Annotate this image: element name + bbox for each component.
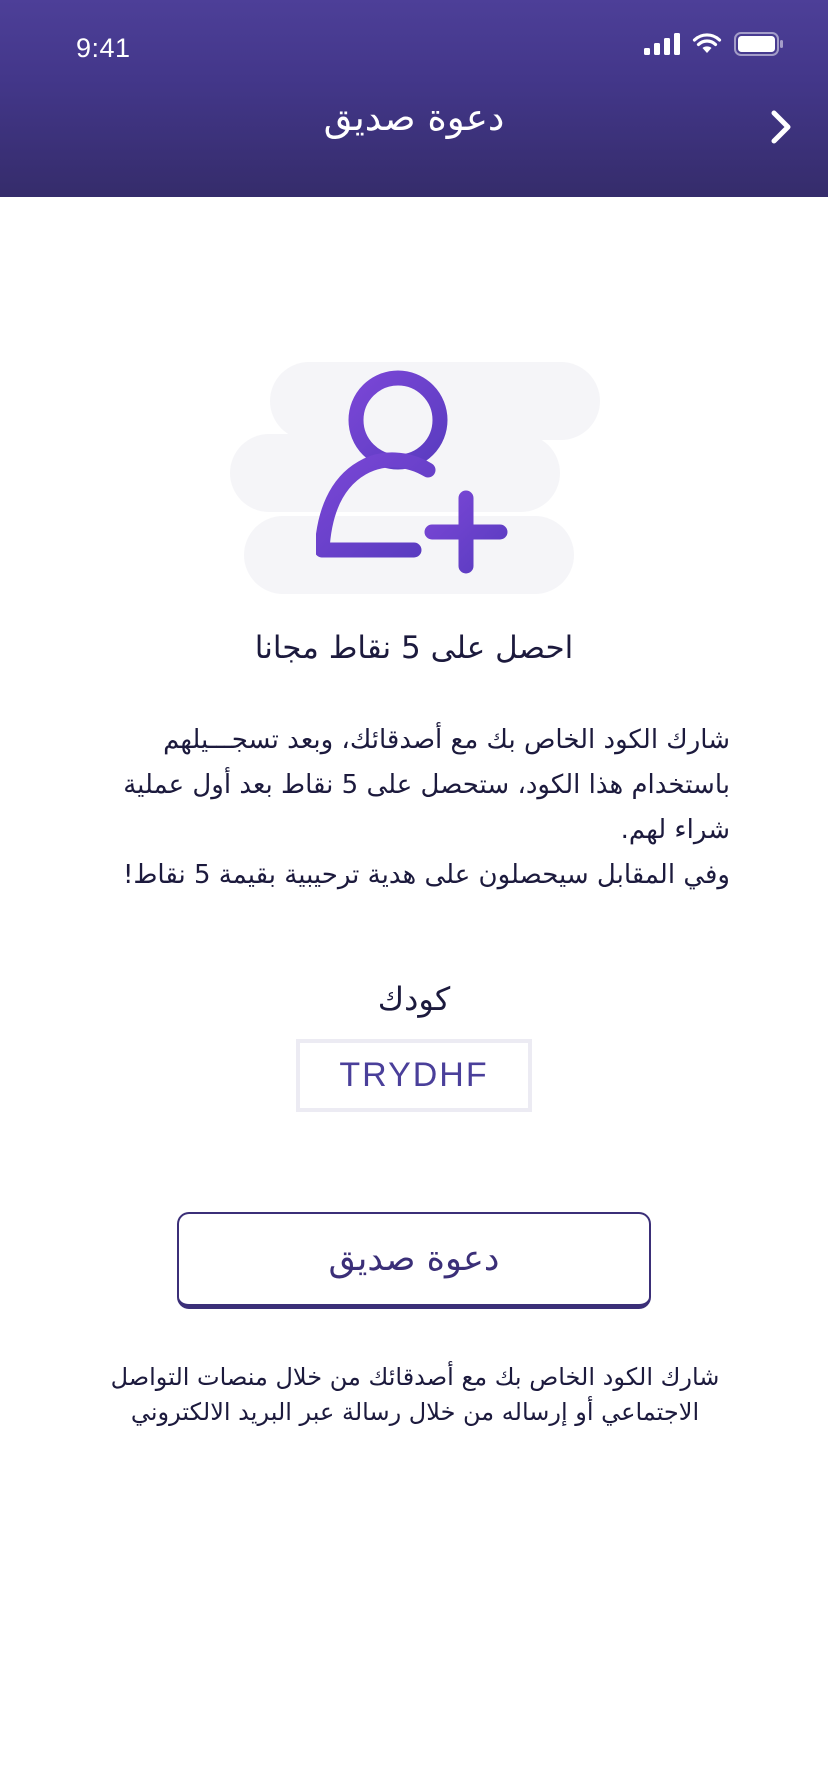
reward-headline: احصل على 5 نقاط مجانا: [254, 630, 574, 666]
description-paragraph: وفي المقابل سيحصلون على هدية ترحيبية بقي…: [122, 860, 730, 890]
invite-friend-button[interactable]: دعوة صديق: [177, 1212, 651, 1309]
page-title: دعوة صديق: [323, 96, 505, 139]
status-icons: [644, 32, 784, 56]
chevron-right-icon: [771, 110, 791, 144]
app-header: 9:41 دعوة صديق: [0, 0, 828, 197]
cellular-signal-icon: [644, 33, 680, 55]
wifi-icon: [692, 33, 722, 53]
share-footnote: شارك الكود الخاص بك مع أصدقائك من خلال م…: [110, 1363, 720, 1426]
battery-icon: [734, 32, 783, 56]
code-label: كودك: [377, 980, 451, 1018]
add-user-icon: [316, 370, 508, 574]
referral-code-box[interactable]: TRYDHF: [296, 1039, 532, 1112]
referral-description: شارك الكود الخاص بك مع أصدقائك، وبعد تسج…: [90, 718, 730, 898]
hero-illustration: [228, 360, 600, 596]
back-button[interactable]: [758, 104, 804, 150]
status-time: 9:41: [76, 33, 131, 63]
description-paragraph: شارك الكود الخاص بك مع أصدقائك، وبعد تسج…: [123, 725, 730, 845]
